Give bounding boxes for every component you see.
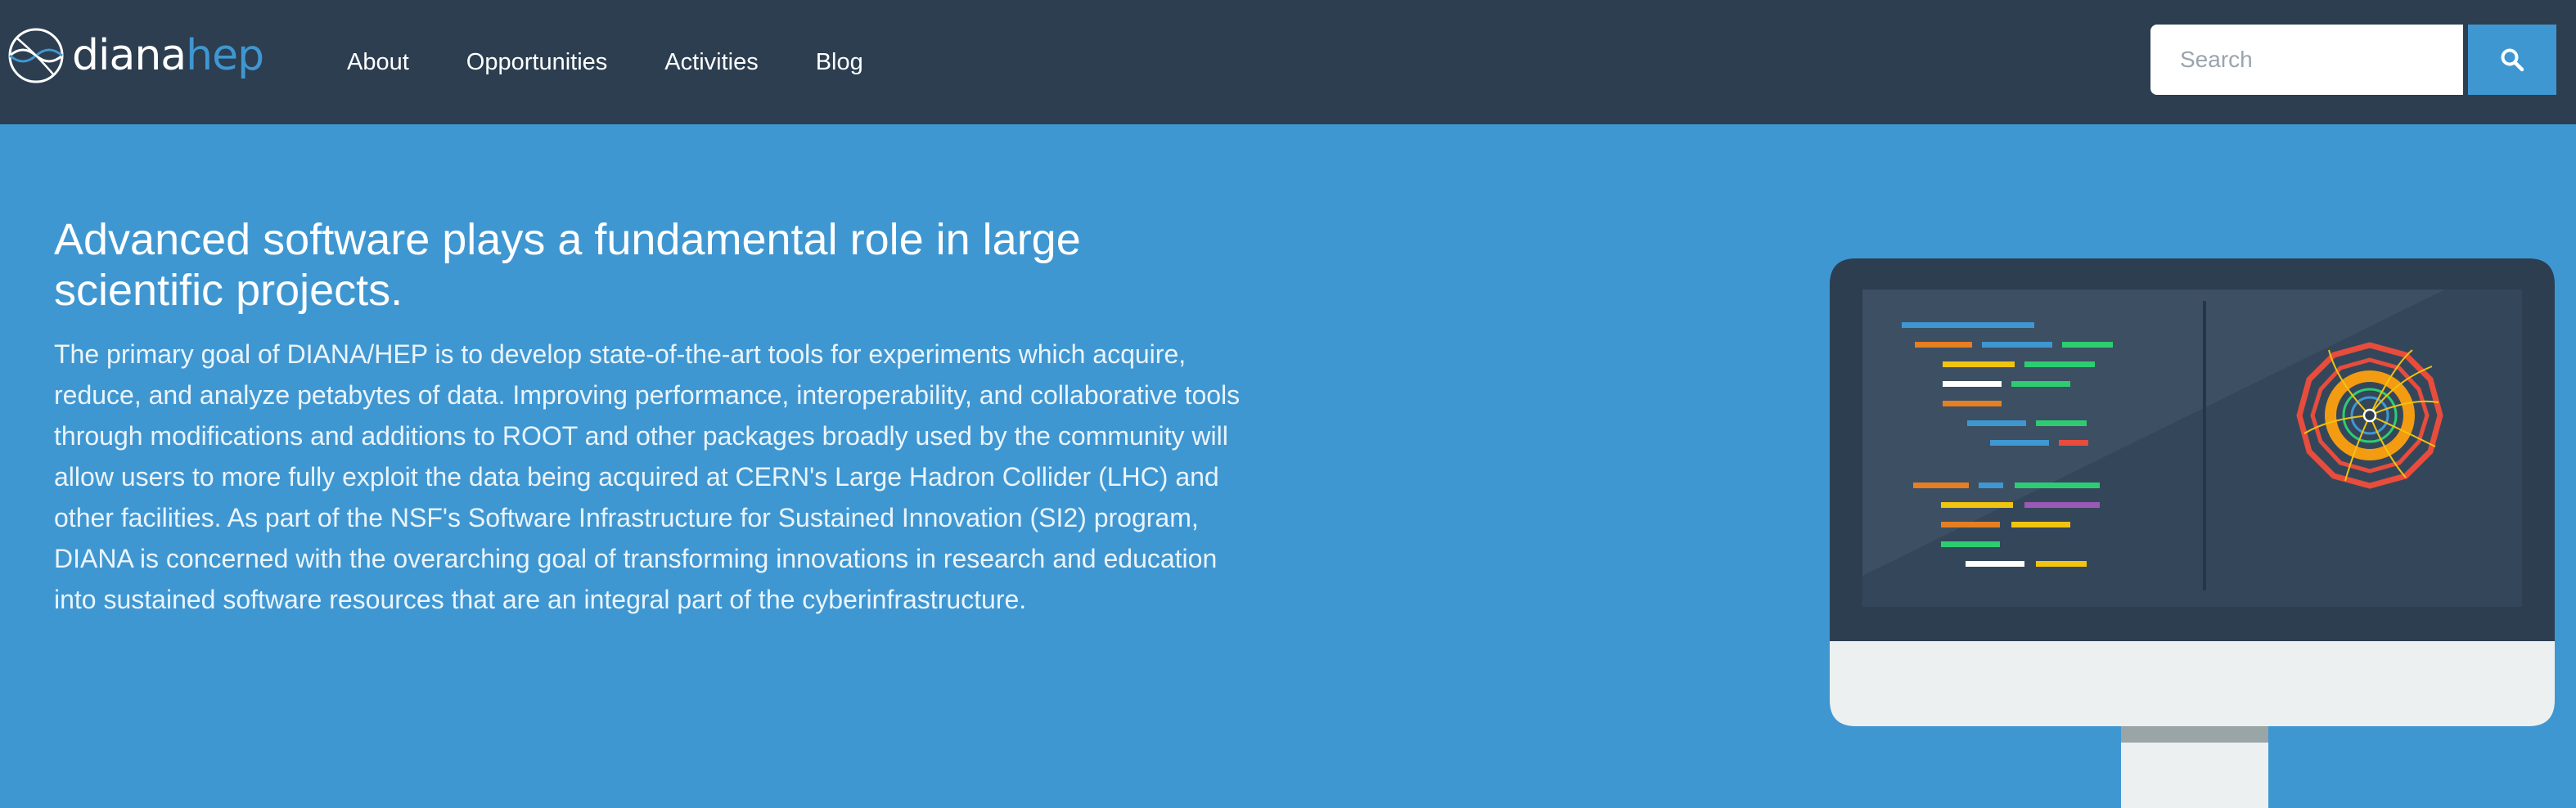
- detector-logo-icon: [8, 28, 64, 83]
- monitor-stand: [2121, 743, 2268, 808]
- monitor-illustration: [1830, 258, 2555, 808]
- nav-blog[interactable]: Blog: [816, 49, 863, 76]
- main-nav: About Opportunities Activities Blog: [347, 0, 921, 124]
- nav-activities[interactable]: Activities: [664, 49, 758, 76]
- search-icon: [2501, 48, 2524, 72]
- nav-about[interactable]: About: [347, 49, 409, 76]
- search-input[interactable]: [2150, 25, 2463, 95]
- logo-accent: hep: [186, 31, 264, 80]
- monitor-chin: [1830, 635, 2555, 726]
- hero-description: The primary goal of DIANA/HEP is to deve…: [54, 339, 1241, 614]
- monitor-stand-neck: [2121, 725, 2268, 743]
- hero-title: Advanced software plays a fundamental ro…: [54, 215, 1081, 315]
- site-logo[interactable]: dianahep: [7, 25, 264, 87]
- search-button[interactable]: [2468, 25, 2556, 95]
- logo-primary: diana: [72, 31, 187, 80]
- logo-wordmark: dianahep: [72, 25, 264, 87]
- nav-opportunities[interactable]: Opportunities: [466, 49, 608, 76]
- navbar: dianahep About Opportunities Activities …: [0, 0, 2576, 124]
